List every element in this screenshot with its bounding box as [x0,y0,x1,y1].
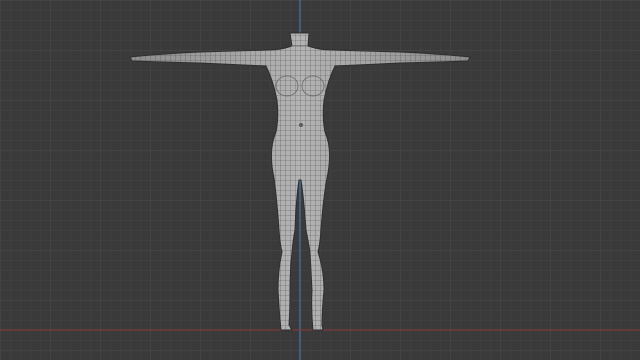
3d-viewport[interactable] [0,0,640,360]
viewport-canvas[interactable] [0,0,640,360]
